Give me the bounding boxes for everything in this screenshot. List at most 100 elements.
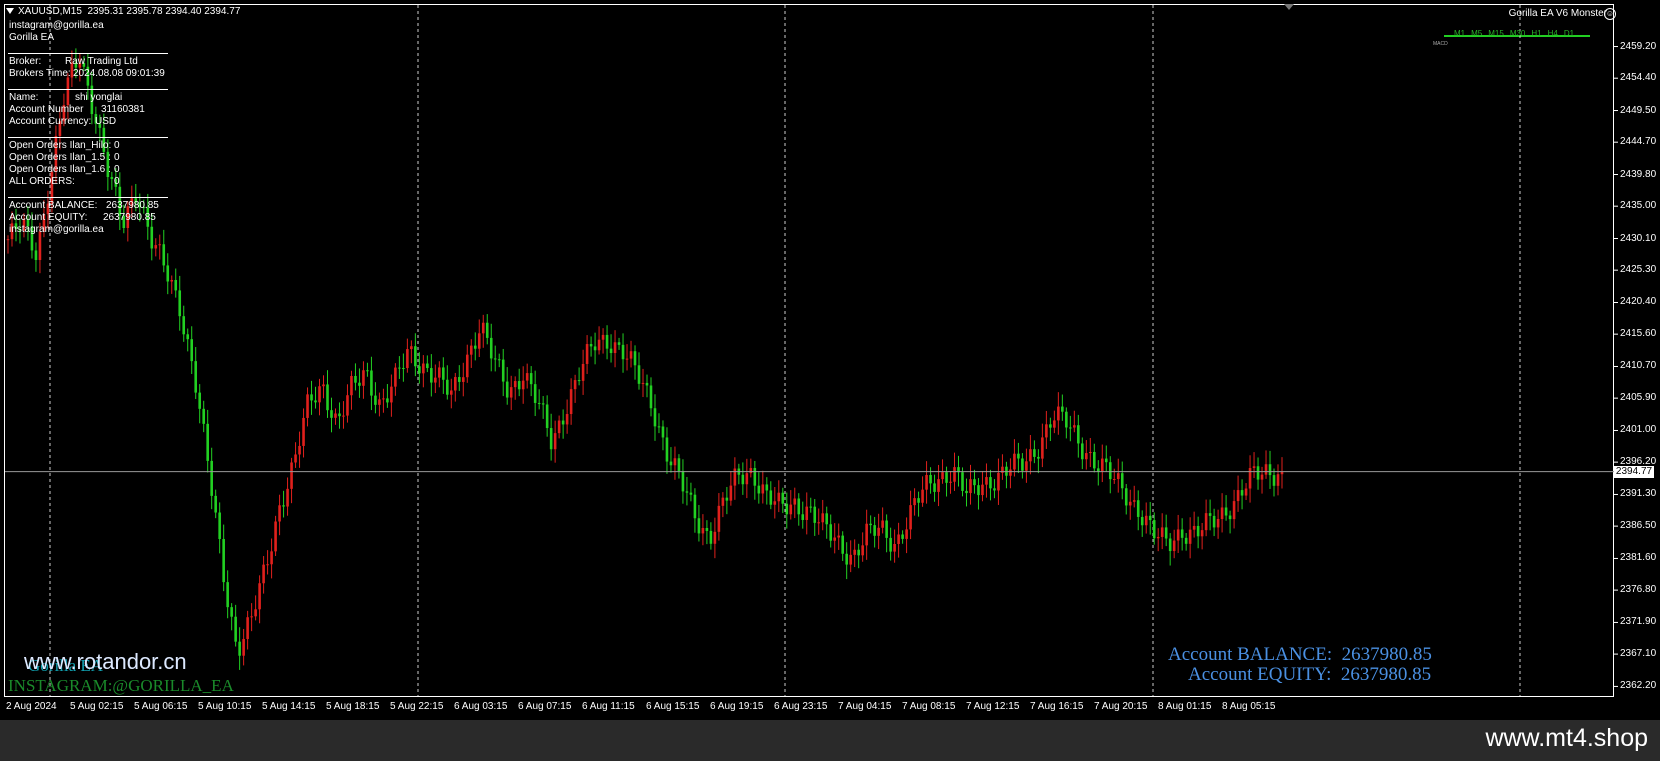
candlestick-chart[interactable]: [0, 0, 1660, 720]
timeframe-m15[interactable]: M15: [1488, 29, 1504, 38]
open-orders-hilo-label: Open Orders Ilan_Hilo:: [9, 140, 112, 151]
candle-body: [282, 505, 285, 507]
timeframe-h1[interactable]: H1: [1531, 29, 1541, 38]
time-tick-label: 7 Aug 20:15: [1094, 701, 1148, 712]
price-tick-label: 2425.30: [1620, 264, 1657, 276]
candle-body: [1208, 513, 1212, 516]
candle-body: [1132, 500, 1136, 502]
candle-body: [681, 471, 685, 492]
price-tick-label: 2362.20: [1620, 680, 1657, 692]
candle-body: [801, 514, 805, 520]
candle-body: [953, 467, 956, 482]
candle-body: [989, 477, 992, 489]
candle-body: [1073, 425, 1076, 428]
time-tick-label: 6 Aug 19:15: [710, 701, 764, 712]
candle-body: [665, 437, 669, 462]
candle-body: [501, 359, 505, 382]
candle-body: [453, 377, 457, 391]
candle-body: [857, 549, 860, 556]
candle-body: [729, 485, 733, 501]
candle-body: [653, 408, 657, 427]
time-tick-label: 5 Aug 06:15: [134, 701, 188, 712]
time-tick-label: 7 Aug 04:15: [838, 701, 892, 712]
candle-body: [669, 461, 673, 466]
candle-body: [278, 505, 281, 522]
current-price-tag: 2394.77: [1614, 465, 1654, 478]
timeframe-d1[interactable]: D1: [1564, 29, 1574, 38]
timeframe-m1[interactable]: M1: [1454, 29, 1465, 38]
chart-shift-marker[interactable]: [1284, 4, 1294, 10]
timeframe-h4[interactable]: H4: [1548, 29, 1558, 38]
candle-body: [637, 365, 641, 384]
candle-body: [174, 279, 178, 291]
candle-body: [873, 525, 876, 536]
candle-body: [430, 368, 433, 383]
candle-body: [925, 474, 928, 490]
candle-body: [374, 395, 377, 405]
currency-row: Account Currency: USD: [9, 116, 116, 128]
candle-body: [330, 410, 333, 418]
price-tick-label: 2420.40: [1620, 296, 1657, 308]
candle-body: [633, 351, 637, 366]
candle-body: [1164, 527, 1168, 539]
candle-body: [625, 358, 629, 360]
candle-body: [977, 485, 980, 496]
candle-body: [769, 490, 773, 505]
price-tick-label: 2391.30: [1620, 488, 1657, 500]
candle-body: [693, 494, 697, 519]
candle-body: [465, 354, 469, 378]
equity-row: Account EQUITY: 2637980.85: [9, 212, 156, 224]
watermark: www.rotandor.cn: [24, 649, 187, 674]
candle-body: [809, 506, 813, 508]
bottom-banner: [0, 720, 1660, 761]
candle-body: [529, 373, 533, 385]
candle-body: [178, 290, 182, 317]
balance-value: 2637980.85: [106, 200, 159, 211]
time-tick-label: 5 Aug 18:15: [326, 701, 380, 712]
macd-label: MACD: [1433, 41, 1448, 47]
candle-body: [302, 417, 305, 446]
candle-body: [1160, 527, 1164, 537]
candle-body: [1021, 458, 1024, 471]
price-tick-label: 2449.50: [1620, 104, 1657, 116]
candle-body: [473, 345, 477, 349]
time-tick-label: 8 Aug 01:15: [1158, 701, 1212, 712]
timeframe-m5[interactable]: M5: [1471, 29, 1482, 38]
panel-footer: instagram@gorilla.ea: [9, 224, 104, 235]
candle-body: [601, 334, 605, 340]
candle-body: [717, 505, 721, 532]
candle-body: [877, 527, 880, 536]
candle-body: [1136, 500, 1140, 517]
candle-body: [945, 472, 948, 483]
candle-body: [1156, 536, 1160, 539]
candle-body: [477, 333, 481, 349]
candle-body: [757, 485, 761, 494]
candle-body: [1168, 538, 1172, 552]
chart-window[interactable]: XAUUSD,M15 2395.31 2395.78 2394.40 2394.…: [0, 0, 1660, 720]
candle-body: [869, 523, 872, 526]
candle-body: [517, 381, 521, 390]
timeframe-m30[interactable]: M30: [1510, 29, 1526, 38]
candle-body: [1037, 456, 1040, 459]
candle-body: [897, 534, 900, 544]
open-orders-hilo-value: 0: [114, 140, 120, 151]
candle-body: [1077, 425, 1080, 444]
candle-body: [577, 380, 581, 382]
name-value: shi yonglai: [75, 92, 123, 103]
price-tick-label: 2401.00: [1620, 424, 1657, 436]
candle-body: [605, 334, 609, 349]
candle-body: [286, 488, 289, 507]
price-tick-label: 2367.10: [1620, 648, 1657, 660]
price-tick-label: 2386.50: [1620, 520, 1657, 532]
symbol: XAUUSD,M15: [18, 6, 82, 17]
candle-body: [1232, 501, 1236, 520]
candle-body: [777, 492, 781, 502]
collapse-icon[interactable]: [6, 8, 14, 14]
candle-body: [154, 245, 158, 249]
candle-body: [1192, 525, 1196, 530]
candle-body: [290, 462, 293, 489]
candle-body: [617, 342, 621, 345]
candle-body: [110, 176, 114, 180]
candle-body: [434, 377, 437, 383]
candle-body: [202, 408, 205, 424]
